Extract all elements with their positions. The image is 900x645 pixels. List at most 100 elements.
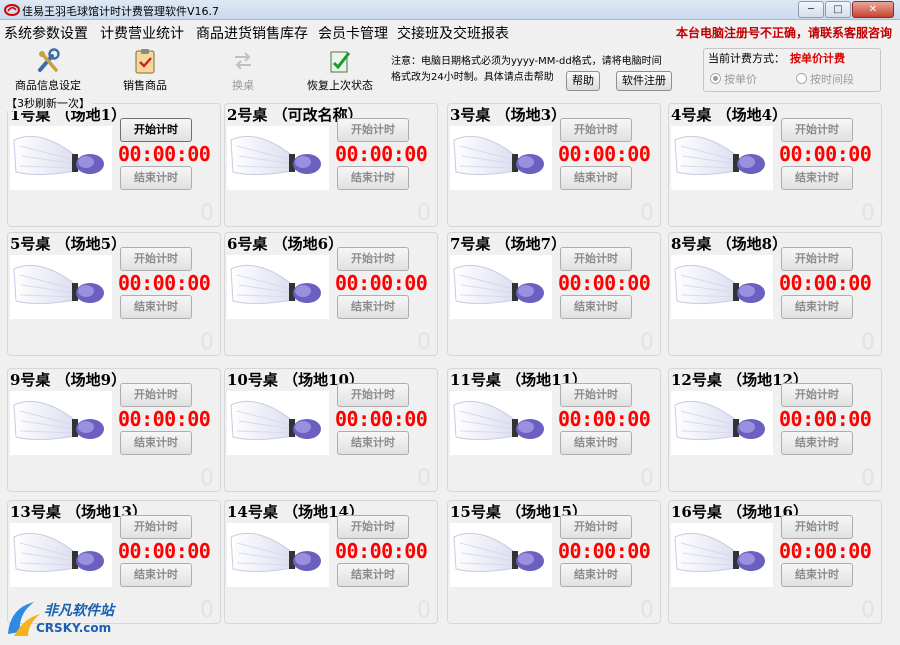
elapsed-timer: 00:00:00: [779, 271, 872, 295]
window-title: 佳易王羽毛球馆计时计费管理软件V16.7: [22, 5, 220, 18]
elapsed-timer: 00:00:00: [335, 539, 428, 563]
shuttlecock-image: [10, 255, 112, 319]
usage-count: 0: [200, 466, 214, 491]
radio-time-period[interactable]: 按时间段: [796, 71, 854, 87]
end-timer-button[interactable]: 结束计时: [560, 166, 632, 190]
table-title: 6号桌 （场地6）: [227, 235, 344, 253]
billing-mode-group: 当前计费方式： 按单价计费 按单价 按时间段: [703, 48, 881, 92]
table-title: 8号桌 （场地8）: [671, 235, 788, 253]
menu-member-card[interactable]: 会员卡管理: [318, 23, 388, 43]
menu-system-settings[interactable]: 系统参数设置: [4, 23, 88, 43]
end-timer-button[interactable]: 结束计时: [120, 166, 192, 190]
start-timer-button[interactable]: 开始计时: [560, 247, 632, 271]
menu-shift-report[interactable]: 交接班及交班报表: [397, 23, 509, 43]
start-timer-button[interactable]: 开始计时: [781, 515, 853, 539]
elapsed-timer: 00:00:00: [118, 271, 211, 295]
swap-table-button[interactable]: 换桌: [226, 48, 260, 93]
help-button[interactable]: 帮助: [566, 71, 600, 91]
title-bar: 佳易王羽毛球馆计时计费管理软件V16.7 ─ □ ✕: [0, 0, 900, 20]
usage-count: 0: [861, 598, 875, 623]
end-timer-button[interactable]: 结束计时: [337, 166, 409, 190]
start-timer-button[interactable]: 开始计时: [781, 118, 853, 142]
tools-icon: [38, 48, 60, 72]
start-timer-button[interactable]: 开始计时: [560, 118, 632, 142]
restore-status-button[interactable]: 恢复上次状态: [304, 48, 376, 93]
register-button[interactable]: 软件注册: [616, 71, 672, 91]
table-title: 4号桌 （场地4）: [671, 106, 788, 124]
close-button[interactable]: ✕: [852, 1, 894, 18]
shuttlecock-image: [450, 255, 552, 319]
shuttlecock-image: [10, 391, 112, 455]
table-title: 9号桌 （场地9）: [10, 371, 127, 389]
start-timer-button[interactable]: 开始计时: [120, 383, 192, 407]
start-timer-button[interactable]: 开始计时: [337, 383, 409, 407]
product-settings-button[interactable]: 商品信息设定: [14, 48, 82, 93]
menu-inventory[interactable]: 商品进货销售库存: [196, 23, 308, 43]
elapsed-timer: 00:00:00: [779, 539, 872, 563]
end-timer-button[interactable]: 结束计时: [781, 166, 853, 190]
table-panel: 11号桌 （场地11） 开始计时 00:00:00 结束计时 0: [447, 368, 661, 492]
end-timer-button[interactable]: 结束计时: [120, 295, 192, 319]
elapsed-timer: 00:00:00: [558, 142, 651, 166]
watermark-name: 非凡软件站: [44, 603, 114, 619]
usage-count: 0: [861, 330, 875, 355]
start-timer-button[interactable]: 开始计时: [560, 515, 632, 539]
table-panel: 16号桌 （场地16） 开始计时 00:00:00 结束计时 0: [668, 500, 882, 624]
start-timer-button[interactable]: 开始计时: [120, 118, 192, 142]
usage-count: 0: [417, 330, 431, 355]
start-timer-button[interactable]: 开始计时: [120, 247, 192, 271]
start-timer-button[interactable]: 开始计时: [560, 383, 632, 407]
elapsed-timer: 00:00:00: [779, 142, 872, 166]
shuttlecock-image: [227, 391, 329, 455]
end-timer-button[interactable]: 结束计时: [120, 431, 192, 455]
start-timer-button[interactable]: 开始计时: [120, 515, 192, 539]
radio-unit-price[interactable]: 按单价: [710, 71, 757, 87]
shuttlecock-image: [450, 523, 552, 587]
end-timer-button[interactable]: 结束计时: [560, 431, 632, 455]
elapsed-timer: 00:00:00: [558, 271, 651, 295]
table-title: 3号桌 （场地3）: [450, 106, 567, 124]
radio-time-period-label: 按时间段: [810, 73, 854, 86]
start-timer-button[interactable]: 开始计时: [337, 515, 409, 539]
watermark-sub: CRSKY.com: [36, 621, 112, 635]
end-timer-button[interactable]: 结束计时: [337, 563, 409, 587]
billing-mode-value: 按单价计费: [790, 52, 845, 65]
start-timer-button[interactable]: 开始计时: [337, 118, 409, 142]
end-timer-button[interactable]: 结束计时: [337, 295, 409, 319]
restore-icon: [330, 51, 351, 73]
end-timer-button[interactable]: 结束计时: [781, 431, 853, 455]
swap-table-label: 换桌: [232, 79, 254, 92]
end-timer-button[interactable]: 结束计时: [120, 563, 192, 587]
start-timer-button[interactable]: 开始计时: [337, 247, 409, 271]
end-timer-button[interactable]: 结束计时: [560, 295, 632, 319]
shuttlecock-image: [227, 523, 329, 587]
end-timer-button[interactable]: 结束计时: [560, 563, 632, 587]
maximize-button[interactable]: □: [825, 1, 851, 18]
shuttlecock-image: [10, 523, 112, 587]
usage-count: 0: [861, 201, 875, 226]
elapsed-timer: 00:00:00: [118, 539, 211, 563]
table-panel: 1号桌 （场地1） 开始计时 00:00:00 结束计时 0: [7, 103, 221, 227]
start-timer-button[interactable]: 开始计时: [781, 247, 853, 271]
table-panel: 3号桌 （场地3） 开始计时 00:00:00 结束计时 0: [447, 103, 661, 227]
sell-product-button[interactable]: 销售商品: [120, 48, 170, 93]
usage-count: 0: [417, 598, 431, 623]
menu-bar: 系统参数设置 计费营业统计 商品进货销售库存 会员卡管理 交接班及交班报表 本台…: [0, 20, 900, 44]
menu-billing-stats[interactable]: 计费营业统计: [100, 23, 184, 43]
app-logo-icon: [4, 4, 20, 16]
usage-count: 0: [640, 201, 654, 226]
radio-unit-price-label: 按单价: [724, 73, 757, 86]
end-timer-button[interactable]: 结束计时: [781, 295, 853, 319]
minimize-button[interactable]: ─: [798, 1, 824, 18]
end-timer-button[interactable]: 结束计时: [337, 431, 409, 455]
usage-count: 0: [200, 201, 214, 226]
table-panel: 4号桌 （场地4） 开始计时 00:00:00 结束计时 0: [668, 103, 882, 227]
usage-count: 0: [200, 598, 214, 623]
end-timer-button[interactable]: 结束计时: [781, 563, 853, 587]
table-panel: 9号桌 （场地9） 开始计时 00:00:00 结束计时 0: [7, 368, 221, 492]
start-timer-button[interactable]: 开始计时: [781, 383, 853, 407]
radio-time-period-dot: [796, 73, 807, 84]
site-watermark: 非凡软件站 CRSKY.com: [4, 596, 134, 642]
product-settings-label: 商品信息设定: [15, 79, 81, 92]
table-panel: 10号桌 （场地10） 开始计时 00:00:00 结束计时 0: [224, 368, 438, 492]
